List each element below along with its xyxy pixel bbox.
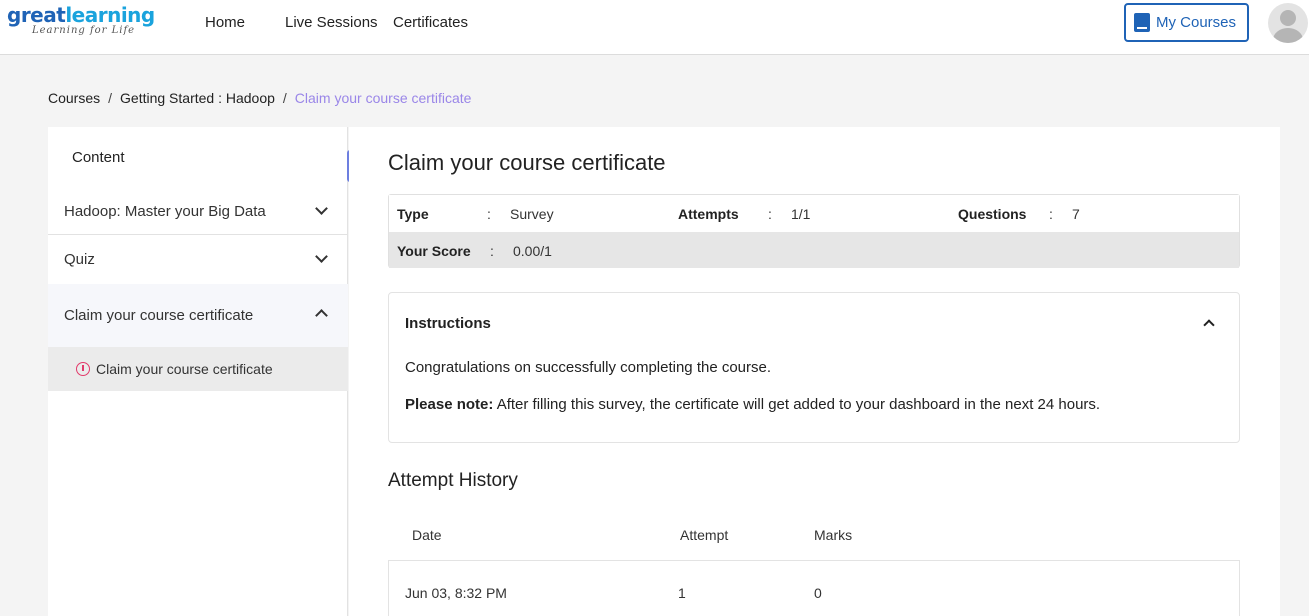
chevron-up-icon[interactable] <box>1203 319 1215 331</box>
meta-colon: : <box>490 243 494 259</box>
meta-colon: : <box>487 206 491 222</box>
book-icon <box>1134 13 1150 32</box>
my-courses-button[interactable]: My Courses <box>1124 3 1249 42</box>
column-header-marks: Marks <box>814 527 853 543</box>
breadcrumb-separator: / <box>282 90 287 106</box>
sidebar-title: Content <box>72 149 125 166</box>
row-marks: 0 <box>814 585 822 601</box>
great-learning-logo[interactable]: greatlearning Learning for Life <box>7 4 155 36</box>
chevron-down-icon <box>315 202 328 215</box>
attempt-history-title: Attempt History <box>388 470 518 491</box>
instructions-note: Please note: After filling this survey, … <box>405 396 1100 413</box>
instructions-text: Congratulations on successfully completi… <box>405 359 772 376</box>
note-label: Please note: <box>405 396 494 413</box>
meta-row: Type : Survey Attempts : 1/1 Questions :… <box>389 195 1239 232</box>
logo-wordmark: greatlearning <box>7 4 155 26</box>
meta-score-label: Your Score <box>397 243 471 259</box>
chevron-down-icon <box>315 250 328 263</box>
meta-colon: : <box>768 206 772 222</box>
breadcrumb-current: Claim your course certificate <box>294 90 472 106</box>
content-sidebar: Content Hadoop: Master your Big Data Qui… <box>48 127 348 616</box>
meta-colon: : <box>1049 206 1053 222</box>
top-nav-bar: greatlearning Learning for Life Home Liv… <box>0 0 1309 55</box>
logo-word-great: great <box>7 3 66 27</box>
breadcrumb-courses[interactable]: Courses <box>48 90 100 106</box>
instructions-heading: Instructions <box>405 315 491 332</box>
meta-row: Your Score : 0.00/1 <box>389 232 1239 268</box>
breadcrumb-course[interactable]: Getting Started : Hadoop <box>120 90 275 106</box>
meta-type-value: Survey <box>510 206 554 222</box>
sidebar-item-label: Claim your course certificate <box>96 361 273 377</box>
logo-word-learning: learning <box>65 3 155 27</box>
avatar-head-shape <box>1280 10 1296 26</box>
meta-attempts-value: 1/1 <box>791 206 811 222</box>
logo-tagline: Learning for Life <box>32 25 136 36</box>
my-courses-label: My Courses <box>1156 14 1237 31</box>
sidebar-item-claim-certificate[interactable]: Claim your course certificate <box>48 347 348 391</box>
meta-attempts-label: Attempts <box>678 206 739 222</box>
table-row: Jun 03, 8:32 PM 1 0 <box>388 560 1240 616</box>
meta-score-value: 0.00/1 <box>513 243 552 259</box>
meta-questions-value: 7 <box>1072 206 1080 222</box>
column-header-attempt: Attempt <box>680 527 729 543</box>
instructions-panel: Instructions Congratulations on successf… <box>388 292 1240 443</box>
breadcrumb-separator: / <box>108 90 113 106</box>
nav-certificates[interactable]: Certificates <box>393 14 468 31</box>
sidebar-section-quiz[interactable]: Quiz <box>48 236 348 283</box>
nav-live-sessions[interactable]: Live Sessions <box>285 14 378 31</box>
breadcrumb: Courses / Getting Started : Hadoop / Cla… <box>48 90 471 106</box>
row-date: Jun 03, 8:32 PM <box>405 585 507 601</box>
column-header-date: Date <box>412 527 442 543</box>
survey-icon <box>76 362 90 376</box>
row-attempt: 1 <box>678 585 686 601</box>
user-avatar[interactable] <box>1268 3 1308 43</box>
page-title: Claim your course certificate <box>388 150 666 175</box>
quiz-meta-table: Type : Survey Attempts : 1/1 Questions :… <box>388 194 1240 268</box>
meta-questions-label: Questions <box>958 206 1027 222</box>
nav-home[interactable]: Home <box>205 14 245 31</box>
sidebar-section-label: Hadoop: Master your Big Data <box>64 202 266 220</box>
avatar-body-shape <box>1273 28 1303 43</box>
sidebar-section-label: Claim your course certificate <box>64 307 254 324</box>
sidebar-section-label: Quiz <box>64 251 95 268</box>
chevron-up-icon <box>315 309 328 322</box>
note-text: After filling this survey, the certifica… <box>493 396 1101 413</box>
main-panel: Claim your course certificate Type : Sur… <box>349 127 1280 616</box>
meta-type-label: Type <box>397 206 429 222</box>
sidebar-section-certificate[interactable]: Claim your course certificate <box>48 284 348 347</box>
sidebar-section-hadoop[interactable]: Hadoop: Master your Big Data <box>48 188 348 235</box>
